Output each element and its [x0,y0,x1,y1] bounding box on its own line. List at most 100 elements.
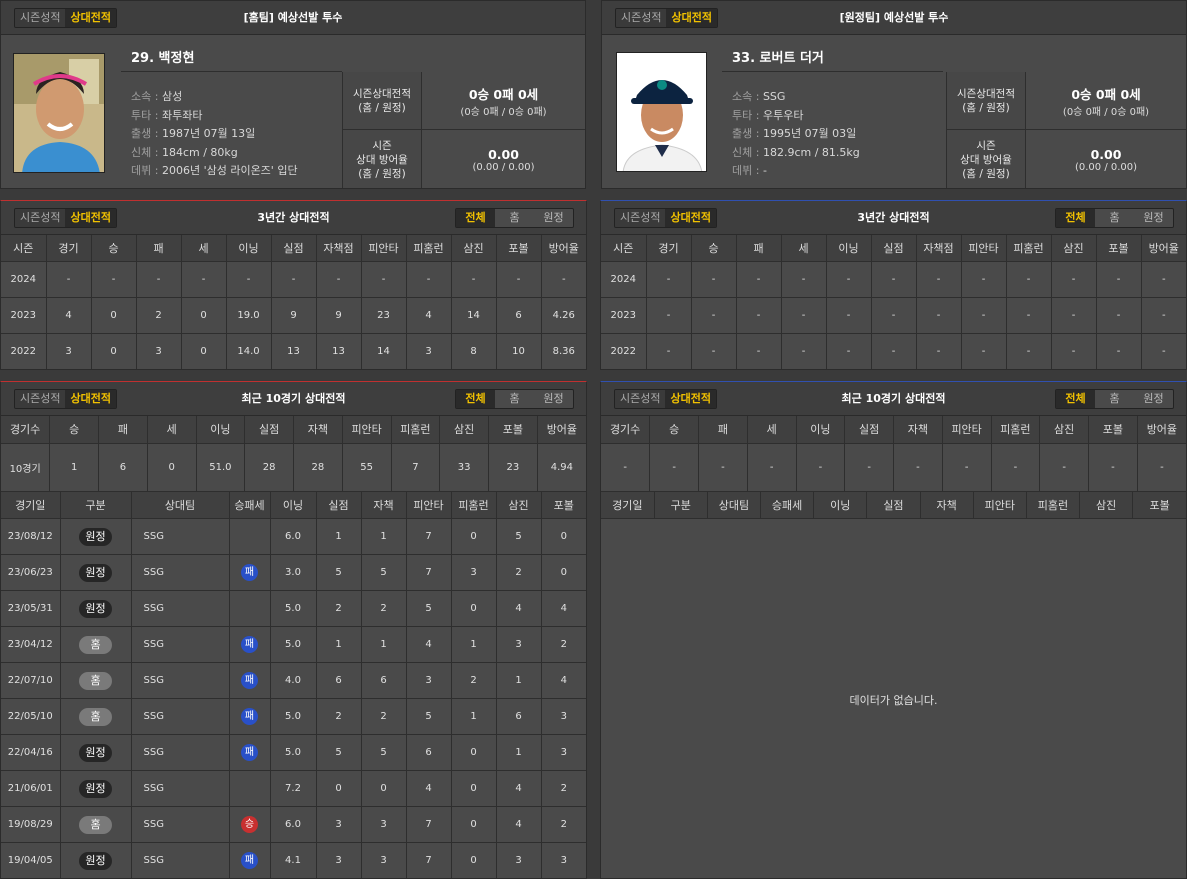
table-cell: 3 [136,333,182,369]
column-header: 방어율 [541,235,586,262]
filter-home[interactable]: 홈 [1095,209,1134,227]
filter-all[interactable]: 전체 [456,209,495,227]
filter-home[interactable]: 홈 [495,390,534,408]
table-cell: 5 [316,554,362,591]
recent-header: 시즌성적 상대전적 최근 10경기 상대전적 전체 홈 원정 [1,382,586,416]
table-cell: 4.0 [270,662,317,699]
column-header: 자책 [361,491,407,519]
filter-home[interactable]: 홈 [495,209,534,227]
table-cell: - [691,261,737,298]
tab-season-stats[interactable]: 시즌성적 [15,209,66,227]
summary-row: 10경기 1 6 0 51.0 28 28 55 7 33 23 4.94 [1,443,586,492]
table-cell: 4.26 [541,297,586,334]
column-header: 방어율 [537,416,586,444]
column-header: 패 [698,416,748,444]
table-cell: 10 [496,333,542,369]
venue-filter-group: 전체 홈 원정 [455,208,574,228]
table-cell: 2 [361,698,407,735]
table-cell: - [871,297,917,334]
filter-away[interactable]: 원정 [534,390,573,408]
table-cell: 1 [316,518,362,555]
venue-badge: 원정 [79,563,112,582]
tab-season-stats[interactable]: 시즌성적 [615,390,666,408]
tab-season-stats[interactable]: 시즌성적 [15,9,66,27]
table-cell: - [961,297,1007,334]
tab-head-to-head[interactable]: 상대전적 [65,9,116,27]
table-row: 2024- - - - - - - - - - - - [601,261,1186,298]
column-header: 포볼 [488,416,538,444]
column-header: 피홈런 [1026,491,1081,519]
tab-head-to-head[interactable]: 상대전적 [665,209,716,227]
home-pitcher-panel: 시즌성적 상대전적 [홈팀] 예상선발 투수 29. 백정현 소속 : 삼성 투… [0,0,586,189]
column-header: 이닝 [796,416,846,444]
column-header: 실점 [866,491,921,519]
column-header: 구분 [60,491,132,519]
table-cell: SSG [131,554,230,591]
table-cell: 23/06/23 [1,554,61,591]
tab-head-to-head[interactable]: 상대전적 [666,9,717,27]
table-cell: 14 [361,333,407,369]
table-cell: - [736,261,782,298]
filter-away[interactable]: 원정 [1134,209,1173,227]
result-badge: 승 [241,816,258,833]
filter-all[interactable]: 전체 [456,390,495,408]
table-cell: 승 [229,806,271,843]
table-cell: - [691,297,737,334]
table-cell: 2 [451,662,497,699]
column-header: 실점 [871,235,917,262]
away-pitcher-info: 소속 : SSG 투타 : 우투우타 출생 : 1995년 07월 03일 신체… [732,88,860,181]
season-era-value: 0.00 [488,146,519,162]
table-cell: 4.94 [537,443,586,492]
tab-season-stats[interactable]: 시즌성적 [15,390,66,408]
column-header: 시즌 [601,235,647,262]
table-cell: - [1141,297,1186,334]
table-cell: 패 [229,698,271,735]
table-cell: 원정 [60,554,132,591]
column-header: 삼진 [496,491,542,519]
tab-head-to-head[interactable]: 상대전적 [665,390,716,408]
tab-season-stats[interactable]: 시즌성적 [616,9,667,27]
column-header: 승 [649,416,699,444]
table-cell: 1 [496,734,542,771]
table-cell: 3 [361,842,407,878]
table-cell: 22/07/10 [1,662,61,699]
table-cell: 22/05/10 [1,698,61,735]
table-cell: 9 [271,297,317,334]
home-pitcher-name: 29. 백정현 [131,51,195,66]
info-row-bats-throws: 투타 : 좌투좌타 [131,108,203,122]
column-header: 자책점 [316,235,362,262]
table-cell: - [826,261,872,298]
tab-head-to-head[interactable]: 상대전적 [65,390,116,408]
column-header: 포볼 [496,235,542,262]
table-cell: 3 [496,626,542,663]
table-cell: 0 [541,554,586,591]
tab-season-stats[interactable]: 시즌성적 [615,209,666,227]
venue-badge: 원정 [79,527,112,546]
table-cell: - [871,261,917,298]
table-cell: - [1096,261,1142,298]
result-badge: 패 [241,852,258,869]
header-row: 시즌 경기 승 패 세 이닝 실점 자책점 피안타 피홈런 삼진 포볼 방어율 [601,235,1186,262]
filter-away[interactable]: 원정 [534,209,573,227]
tab-head-to-head[interactable]: 상대전적 [65,209,116,227]
table-cell: 1 [451,698,497,735]
table-cell: - [826,333,872,369]
table-cell: 2 [541,770,586,807]
table-cell: 14.0 [226,333,272,369]
game-row: 22/05/10 홈 SSG 패 5.0 2 2 5 1 6 3 [1,698,586,735]
season-era-split: (0.00 / 0.00) [472,161,535,173]
filter-away[interactable]: 원정 [1134,390,1173,408]
table-cell: 패 [229,842,271,878]
filter-all[interactable]: 전체 [1056,209,1095,227]
divider [121,71,342,72]
away-pitcher-name: 33. 로버트 더거 [732,51,824,66]
table-cell: 5.0 [270,626,317,663]
table-cell: SSG [131,734,230,771]
season-record-split: (0승 0패 / 0승 0패) [460,106,547,118]
filter-home[interactable]: 홈 [1095,390,1134,408]
summary-row: ------------ [601,443,1186,492]
table-cell: 원정 [60,518,132,555]
filter-all[interactable]: 전체 [1056,390,1095,408]
season-record-split: (0승 0패 / 0승 0패) [1062,106,1150,118]
table-row: 2022 3 0 3 0 14.0 13 13 14 3 8 10 8.36 [1,333,586,369]
